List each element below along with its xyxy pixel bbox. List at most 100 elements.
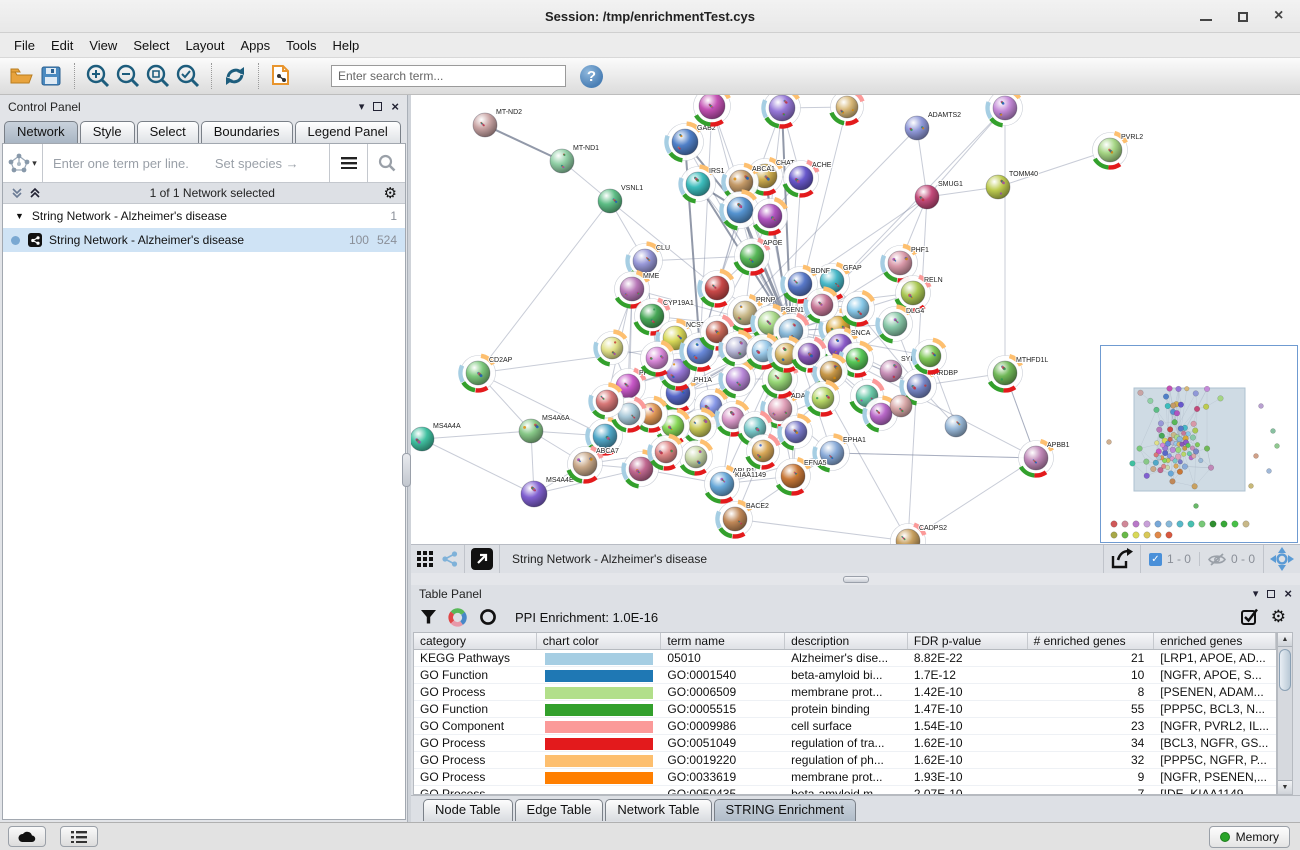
- network-node[interactable]: [680, 441, 713, 474]
- table-row[interactable]: GO FunctionGO:0001540beta-amyloid bi...1…: [414, 667, 1276, 684]
- table-row[interactable]: GO FunctionGO:0005515protein binding1.47…: [414, 701, 1276, 718]
- vertical-splitter-handle[interactable]: [402, 453, 411, 487]
- tab-network-table[interactable]: Network Table: [605, 799, 711, 821]
- network-node-VSNL1[interactable]: VSNL1: [598, 185, 643, 213]
- tab-edge-table[interactable]: Edge Table: [515, 799, 604, 821]
- string-options-button[interactable]: [329, 144, 367, 182]
- column-header-term-name[interactable]: term name: [661, 633, 785, 649]
- maximize-button[interactable]: [1238, 12, 1248, 22]
- detach-view-icon[interactable]: [471, 548, 493, 570]
- ring-chart-icon[interactable]: [479, 608, 497, 626]
- network-node-APOE[interactable]: APOE: [735, 239, 783, 274]
- tab-select[interactable]: Select: [137, 121, 199, 143]
- tab-string-enrichment[interactable]: STRING Enrichment: [714, 799, 856, 821]
- expand-all-icon[interactable]: [29, 187, 41, 199]
- menu-file[interactable]: File: [6, 35, 43, 56]
- navigate-compass-icon[interactable]: [1270, 547, 1294, 571]
- zoom-out-button[interactable]: [113, 62, 143, 90]
- string-protein-query-button[interactable]: ▾: [3, 144, 43, 182]
- network-node-MTHFD1L[interactable]: MTHFD1L: [988, 356, 1049, 391]
- network-from-file-button[interactable]: [267, 62, 297, 90]
- tab-style[interactable]: Style: [80, 121, 135, 143]
- network-node[interactable]: [591, 385, 624, 418]
- network-node[interactable]: [806, 382, 839, 415]
- zoom-selected-button[interactable]: [173, 62, 203, 90]
- zoom-in-button[interactable]: [83, 62, 113, 90]
- set-species-label[interactable]: Set species →: [215, 156, 299, 171]
- birds-eye-view[interactable]: [1100, 345, 1298, 543]
- network-node[interactable]: [699, 271, 734, 306]
- panel-menu-caret-icon[interactable]: ▾: [1253, 587, 1259, 600]
- network-node-MT-ND1[interactable]: MT-ND1: [550, 145, 599, 173]
- tree-expand-icon[interactable]: ▼: [15, 211, 24, 221]
- table-row[interactable]: GO ProcessGO:0051049regulation of tra...…: [414, 735, 1276, 752]
- network-node-CD2AP[interactable]: CD2AP: [460, 356, 512, 391]
- network-node-PVRL2[interactable]: PVRL2: [1093, 133, 1144, 168]
- network-node[interactable]: [988, 95, 1023, 126]
- network-node[interactable]: [721, 192, 758, 229]
- close-button[interactable]: ×: [1274, 11, 1286, 23]
- scroll-up-button[interactable]: ▲: [1278, 633, 1292, 647]
- close-panel-button[interactable]: ×: [391, 99, 399, 114]
- table-row[interactable]: GO ComponentGO:0009986cell surface1.54E-…: [414, 718, 1276, 735]
- table-row[interactable]: GO ProcessGO:0006509membrane prot...1.42…: [414, 684, 1276, 701]
- column-header-description[interactable]: description: [785, 633, 908, 649]
- menu-help[interactable]: Help: [325, 35, 368, 56]
- network-node-BACE2[interactable]: BACE2: [717, 502, 769, 537]
- scrollbar-thumb[interactable]: [1279, 649, 1291, 691]
- network-node[interactable]: [747, 435, 780, 468]
- string-search-button[interactable]: [367, 144, 405, 182]
- network-node[interactable]: [753, 199, 788, 234]
- enrichment-table[interactable]: categorychart colorterm namedescriptionF…: [413, 632, 1277, 795]
- memory-button[interactable]: Memory: [1209, 826, 1290, 848]
- table-row[interactable]: KEGG Pathways05010Alzheimer's dise...8.8…: [414, 650, 1276, 667]
- filter-funnel-icon[interactable]: [421, 610, 436, 624]
- network-node[interactable]: [641, 342, 674, 375]
- select-rows-checkbox-icon[interactable]: [1241, 608, 1259, 626]
- column-header-FDR-p-value[interactable]: FDR p-value: [908, 633, 1028, 649]
- help-button[interactable]: ?: [580, 65, 603, 88]
- network-node-GAB2[interactable]: GAB2: [666, 124, 715, 161]
- string-term-input[interactable]: Enter one term per line. Set species →: [43, 144, 329, 182]
- menu-tools[interactable]: Tools: [278, 35, 324, 56]
- network-node[interactable]: [831, 95, 864, 124]
- float-panel-button[interactable]: [1267, 590, 1275, 598]
- menu-select[interactable]: Select: [125, 35, 177, 56]
- network-node[interactable]: [649, 436, 682, 469]
- panel-menu-caret-icon[interactable]: ▾: [359, 100, 365, 113]
- zoom-fit-button[interactable]: [143, 62, 173, 90]
- network-canvas[interactable]: MT-ND2 MT-ND1 VSNL1 GAB2 ADAMTS2 PVRL2 TOMM40 S…: [411, 95, 1300, 545]
- network-node-TOMM40[interactable]: TOMM40: [986, 171, 1038, 199]
- network-node[interactable]: [780, 416, 813, 449]
- network-node[interactable]: [945, 415, 967, 437]
- menu-edit[interactable]: Edit: [43, 35, 81, 56]
- column-header--enriched-genes[interactable]: # enriched genes: [1028, 633, 1155, 649]
- network-node[interactable]: [694, 95, 731, 125]
- float-panel-button[interactable]: [373, 102, 382, 111]
- network-node-SMUG1[interactable]: SMUG1: [915, 181, 963, 209]
- tab-network[interactable]: Network: [4, 121, 78, 143]
- task-history-button[interactable]: [60, 826, 98, 847]
- column-header-category[interactable]: category: [414, 633, 537, 649]
- tab-legend-panel[interactable]: Legend Panel: [295, 121, 401, 143]
- table-scrollbar[interactable]: ▲ ▼: [1277, 632, 1293, 795]
- horizontal-splitter[interactable]: [411, 573, 1300, 585]
- network-node-DLG4[interactable]: DLG4: [878, 307, 925, 342]
- chart-donut-icon[interactable]: [448, 608, 467, 627]
- tab-node-table[interactable]: Node Table: [423, 799, 513, 821]
- network-node[interactable]: [806, 289, 839, 322]
- network-node-PHF1[interactable]: PHF1: [882, 246, 929, 281]
- grid-view-icon[interactable]: [417, 551, 434, 568]
- apply-layout-button[interactable]: [220, 62, 250, 90]
- export-network-icon[interactable]: [1110, 548, 1134, 570]
- network-node[interactable]: [842, 292, 875, 325]
- network-options-gear-icon[interactable]: ⚙: [384, 184, 397, 202]
- search-input[interactable]: [331, 65, 566, 87]
- network-node-EFNA5[interactable]: EFNA5: [776, 459, 827, 494]
- network-node-ADAMTS2[interactable]: ADAMTS2: [905, 112, 961, 140]
- table-row[interactable]: GO ProcessGO:0050435beta-amyloid m...2.0…: [414, 786, 1276, 795]
- network-node-MT-ND2[interactable]: MT-ND2: [473, 109, 522, 137]
- network-node[interactable]: [763, 95, 800, 127]
- network-collection-row[interactable]: ▼ String Network - Alzheimer's disease 1: [3, 204, 405, 228]
- tab-boundaries[interactable]: Boundaries: [201, 121, 293, 143]
